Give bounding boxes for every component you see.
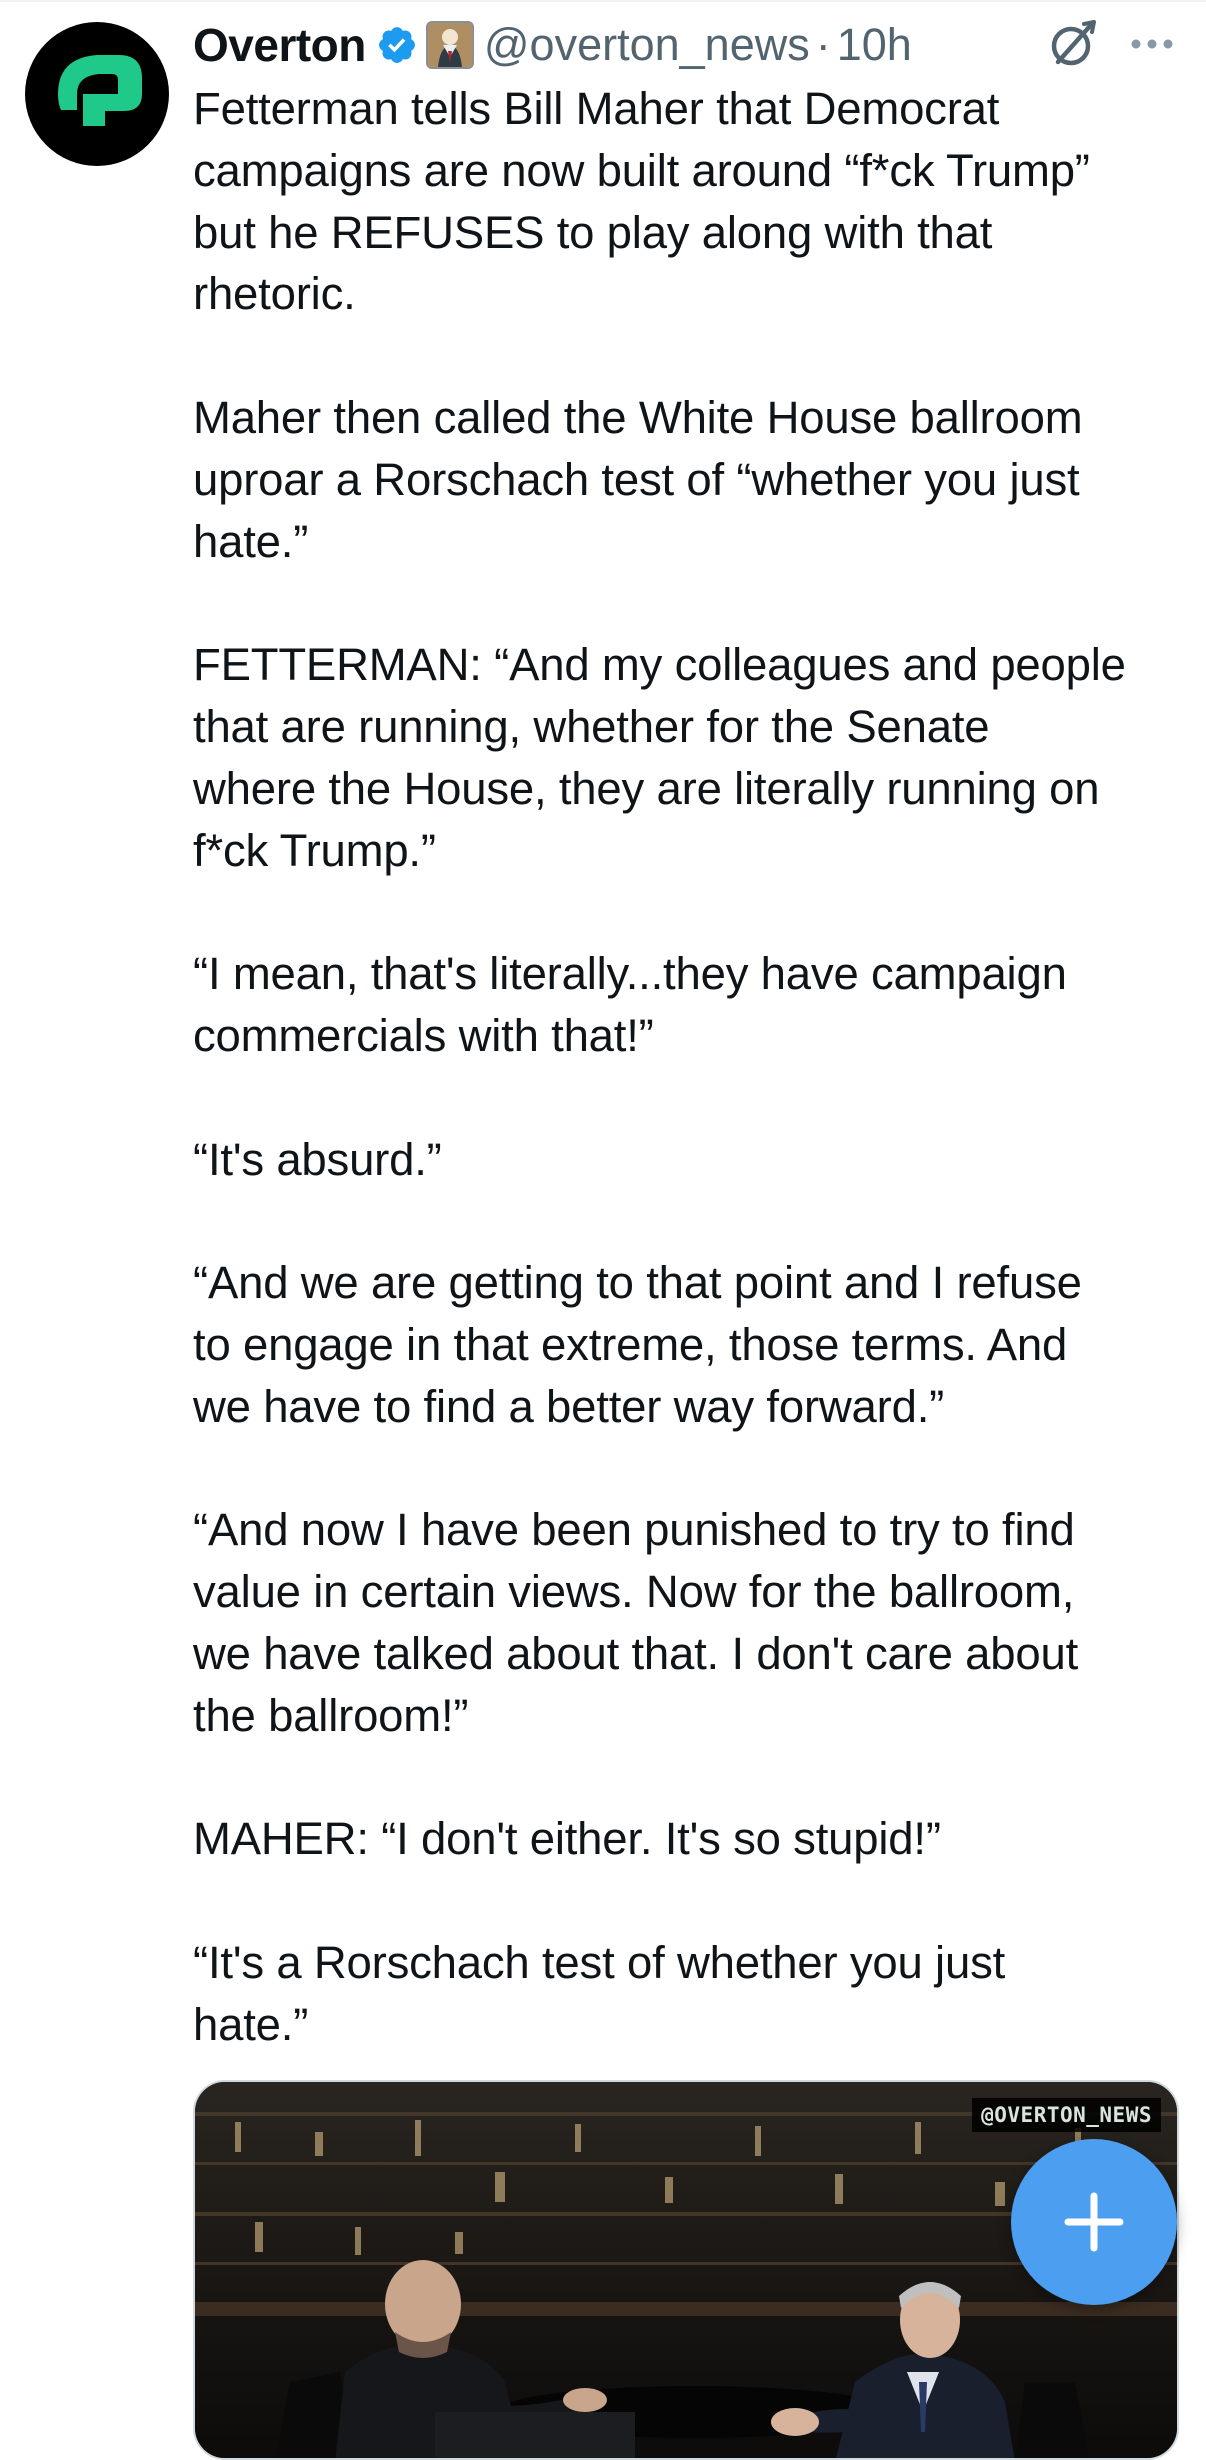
top-divider: [0, 0, 1206, 2]
separator-dot: ·: [815, 19, 831, 70]
media-watermark: @OVERTON_NEWS: [972, 2098, 1161, 2132]
affiliate-badge-image: [427, 23, 472, 67]
handle[interactable]: @overton_news: [484, 19, 810, 71]
verified-badge-icon[interactable]: [376, 24, 418, 66]
avatar[interactable]: [25, 22, 169, 166]
timestamp[interactable]: 10h: [837, 19, 912, 71]
overton-logo-icon: [58, 55, 142, 126]
tweet-text: Fetterman tells Bill Maher that Democrat…: [193, 83, 1126, 2050]
affiliate-badge-icon[interactable]: [425, 21, 474, 69]
plus-icon: [1064, 2192, 1124, 2252]
grok-icon[interactable]: [1044, 16, 1100, 72]
more-icon[interactable]: [1128, 30, 1176, 58]
display-name[interactable]: Overton: [193, 18, 366, 72]
compose-button[interactable]: [1011, 2139, 1177, 2305]
